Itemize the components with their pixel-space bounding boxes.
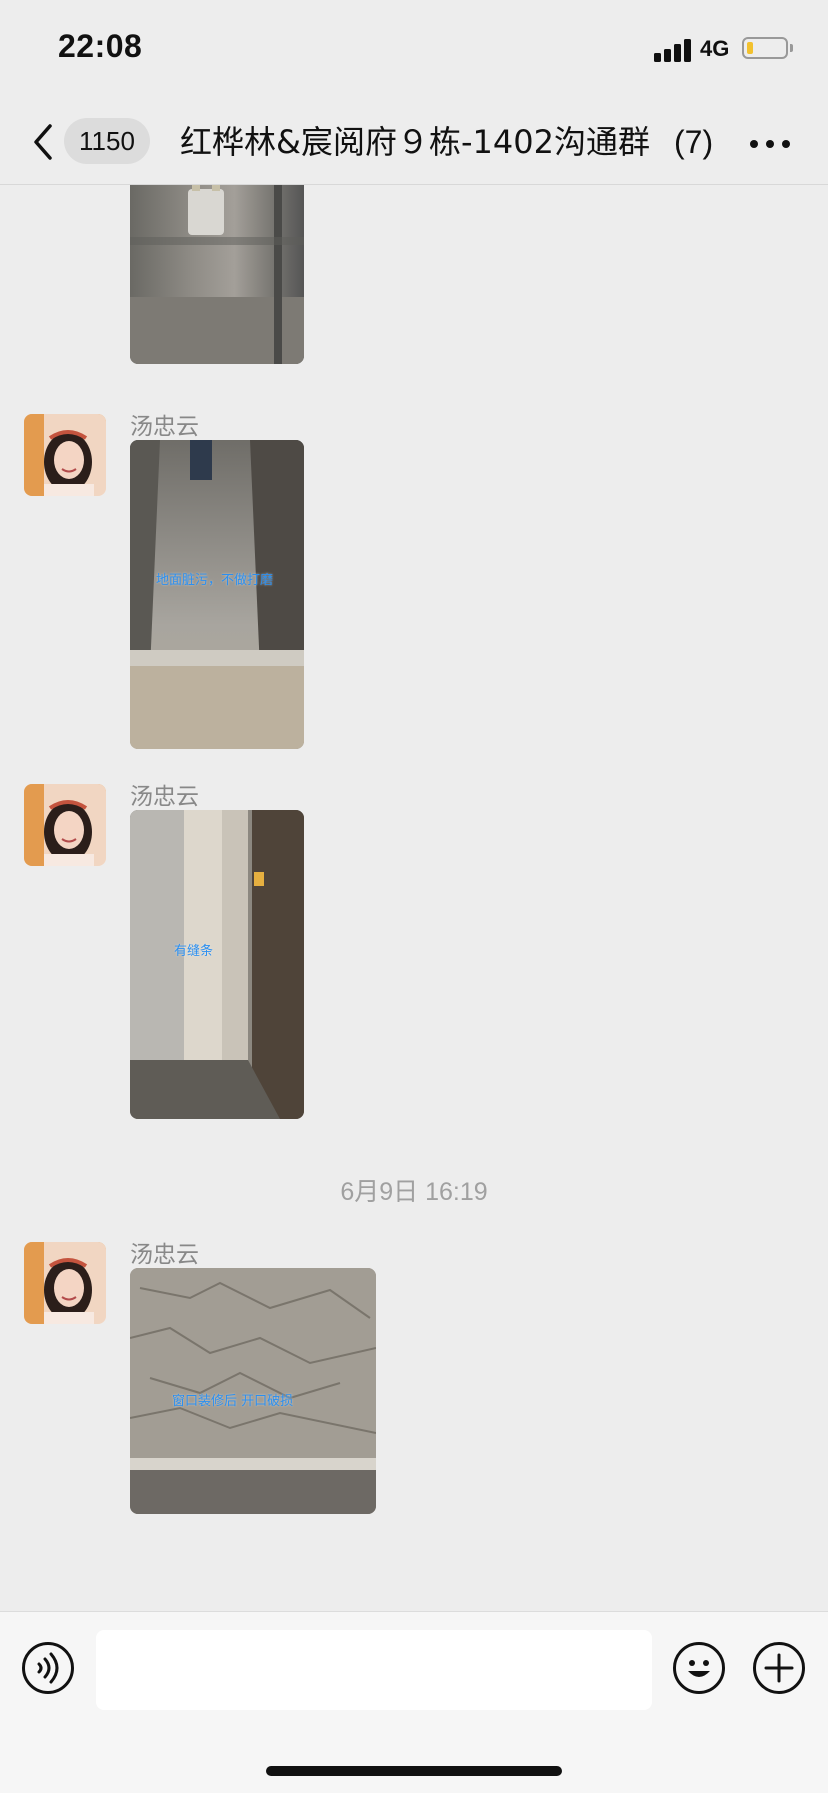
more-dots-icon xyxy=(750,140,758,148)
sender-name: 汤忠云 xyxy=(130,784,199,810)
photo-caption: 地面脏污，不做打磨 xyxy=(156,573,274,588)
member-count: (7) xyxy=(670,120,714,164)
avatar[interactable] xyxy=(24,414,106,496)
message-input[interactable] xyxy=(96,1630,652,1710)
photo-scene xyxy=(130,185,304,364)
back-button[interactable] xyxy=(28,122,60,162)
nav-bar: 1150 红桦林&宸阅府９栋-1402沟通群 (7) xyxy=(0,100,828,185)
message-photo[interactable] xyxy=(130,185,304,364)
avatar-image xyxy=(24,414,106,496)
chat-area[interactable]: 汤忠云 地面脏污，不做打磨 汤忠云 有缝条 6月9日 16:19 汤忠云 窗口装… xyxy=(0,185,828,1611)
home-indicator xyxy=(266,1766,562,1776)
signal-icon xyxy=(654,38,692,62)
status-time: 22:08 xyxy=(58,28,143,64)
avatar[interactable] xyxy=(24,784,106,866)
avatar-image xyxy=(24,784,106,866)
unread-count-badge[interactable]: 1150 xyxy=(64,118,150,164)
sender-name: 汤忠云 xyxy=(130,1242,199,1268)
message-photo[interactable]: 有缝条 xyxy=(130,810,304,1119)
plus-icon xyxy=(764,1653,794,1683)
photo-caption: 窗口装修后 开口破损 xyxy=(172,1394,294,1409)
avatar-image xyxy=(24,1242,106,1324)
more-button[interactable] xyxy=(750,138,792,150)
emoji-icon xyxy=(688,1660,710,1677)
avatar[interactable] xyxy=(24,1242,106,1324)
sender-name: 汤忠云 xyxy=(130,414,199,440)
time-divider: 6月9日 16:19 xyxy=(340,1178,488,1206)
voice-icon xyxy=(37,1652,59,1684)
voice-button[interactable] xyxy=(22,1642,74,1694)
network-label: 4G xyxy=(700,36,730,61)
more-actions-button[interactable] xyxy=(753,1642,805,1694)
photo-scene xyxy=(130,440,304,749)
photo-caption: 有缝条 xyxy=(174,944,214,959)
chat-title: 红桦林&宸阅府９栋-1402沟通群 xyxy=(180,123,650,161)
chevron-left-icon xyxy=(34,124,52,160)
battery-icon xyxy=(742,37,793,59)
status-bar: 22:08 4G xyxy=(0,0,828,100)
input-bar xyxy=(0,1611,828,1793)
message-photo[interactable]: 地面脏污，不做打磨 xyxy=(130,440,304,749)
emoji-button[interactable] xyxy=(673,1642,725,1694)
photo-scene xyxy=(130,810,304,1119)
message-photo[interactable]: 窗口装修后 开口破损 xyxy=(130,1268,376,1514)
